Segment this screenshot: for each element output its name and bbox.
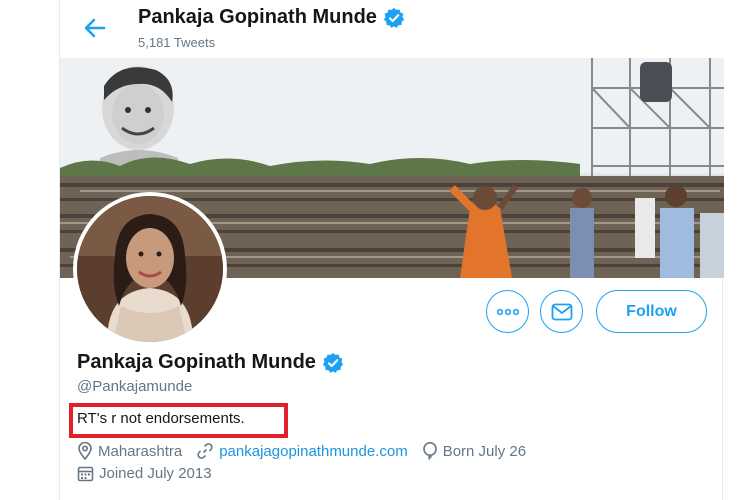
birthday-text: Born July 26	[442, 442, 527, 460]
profile-header-bar: Pankaja Gopinath Munde 5,181 Tweets	[60, 0, 724, 58]
birthday-item: Born July 26	[422, 442, 526, 460]
link-icon	[197, 443, 213, 459]
profile-meta-row: Maharashtra pankajagopinathmunde.com Bor…	[77, 442, 540, 460]
more-options-icon	[496, 308, 519, 315]
profile-bio: RT's r not endorsements.	[77, 410, 245, 427]
joined-text: Joined July 2013	[99, 465, 212, 482]
speaker-box	[640, 62, 672, 102]
sketch-portrait	[100, 66, 178, 170]
website-link[interactable]: pankajagopinathmunde.com	[219, 443, 407, 460]
more-options-button[interactable]	[486, 290, 529, 333]
profile-avatar[interactable]	[73, 192, 227, 346]
website-item: pankajagopinathmunde.com	[196, 442, 408, 460]
avatar-photo	[77, 196, 223, 342]
profile-name: Pankaja Gopinath Munde	[77, 351, 316, 373]
location-item: Maharashtra	[77, 442, 182, 460]
message-icon	[551, 303, 572, 320]
joined-item: Joined July 2013	[77, 465, 212, 482]
person-light-shirt	[660, 208, 694, 278]
profile-page: Pankaja Gopinath Munde 5,181 Tweets Foll…	[59, 0, 724, 500]
person-blue-shirt	[570, 208, 594, 278]
verified-badge-icon	[322, 352, 344, 373]
profile-name-row: Pankaja Gopinath Munde	[77, 351, 344, 374]
location-text: Maharashtra	[98, 442, 183, 460]
verified-badge-icon	[383, 7, 405, 28]
location-icon	[78, 442, 92, 460]
back-arrow-icon	[84, 18, 106, 38]
birthday-balloon-icon	[422, 442, 437, 460]
header-name: Pankaja Gopinath Munde	[138, 6, 377, 28]
tweet-count: 5,181 Tweets	[138, 35, 216, 50]
message-button[interactable]	[540, 290, 583, 333]
back-button[interactable]	[80, 14, 110, 42]
follow-button[interactable]: Follow	[596, 290, 707, 333]
profile-handle: @Pankajamunde	[77, 378, 193, 395]
header-title: Pankaja Gopinath Munde	[138, 6, 405, 29]
calendar-icon	[77, 466, 94, 482]
